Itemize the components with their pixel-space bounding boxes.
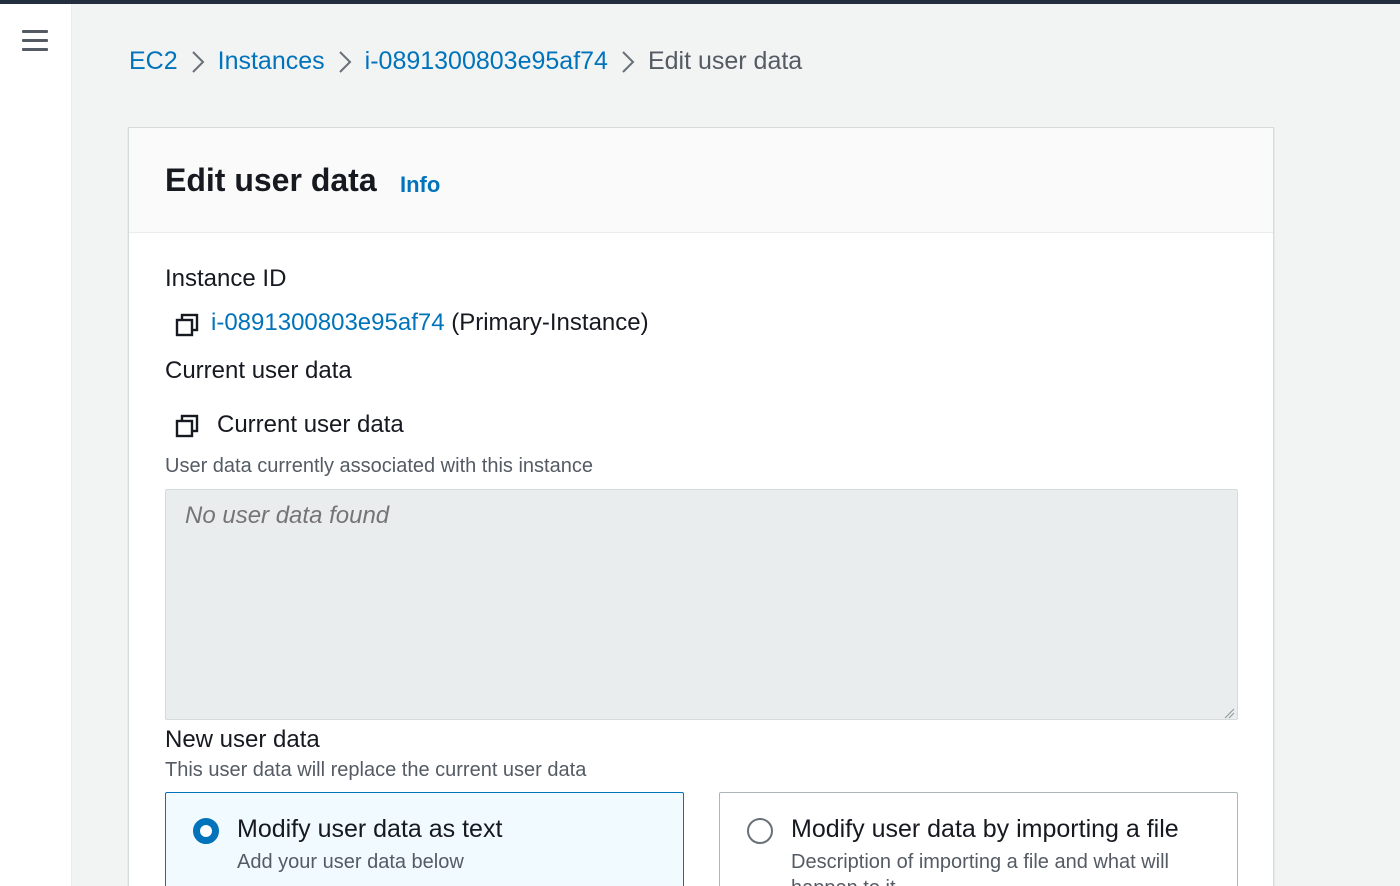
new-user-data-description: This user data will replace the current … xyxy=(165,759,587,781)
option-title: Modify user data by importing a file xyxy=(791,815,1179,843)
instance-id-link[interactable]: i-0891300803e95af74 xyxy=(211,309,445,336)
resize-handle-icon[interactable] xyxy=(1223,706,1235,719)
option-title: Modify user data as text xyxy=(237,815,503,843)
copy-current-user-data-button[interactable]: Current user data xyxy=(217,411,404,439)
breadcrumb-ec2[interactable]: EC2 xyxy=(129,47,178,76)
option-modify-as-text[interactable]: Modify user data as text Add your user d… xyxy=(165,792,684,886)
new-user-data-label: New user data xyxy=(165,726,320,753)
copy-icon[interactable] xyxy=(174,312,202,340)
breadcrumb-current: Edit user data xyxy=(647,46,803,75)
panel-header: Edit user data Info xyxy=(129,128,1273,233)
instance-id-value: i-0891300803e95af74 (Primary-Instance) xyxy=(211,309,649,337)
side-navigation xyxy=(0,4,72,886)
chevron-right-icon xyxy=(608,47,648,76)
info-link[interactable]: Info xyxy=(400,172,440,198)
copy-icon[interactable] xyxy=(174,413,202,441)
breadcrumb-instances[interactable]: Instances xyxy=(218,47,325,76)
hamburger-menu-icon[interactable] xyxy=(22,30,50,56)
radio-selected-icon[interactable] xyxy=(193,818,219,844)
chevron-right-icon xyxy=(325,47,365,76)
current-user-data-description: User data currently associated with this… xyxy=(165,455,593,477)
chevron-right-icon xyxy=(178,47,218,76)
instance-id-label: Instance ID xyxy=(165,265,287,292)
breadcrumb: EC2 Instances i-0891300803e95af74 Edit u… xyxy=(129,44,802,78)
option-description: Description of importing a file and what… xyxy=(791,851,1169,886)
edit-user-data-panel: Edit user data Info Instance ID i-089130… xyxy=(128,127,1274,886)
option-import-file[interactable]: Modify user data by importing a file Des… xyxy=(719,792,1238,886)
current-user-data-label: Current user data xyxy=(165,357,352,384)
top-bar xyxy=(0,0,1400,4)
instance-name: (Primary-Instance) xyxy=(451,309,649,336)
current-user-data-textarea[interactable] xyxy=(165,489,1238,720)
option-description: Add your user data below xyxy=(237,851,464,873)
breadcrumb-instance-id[interactable]: i-0891300803e95af74 xyxy=(365,47,608,76)
radio-unselected-icon[interactable] xyxy=(747,818,773,844)
page-title: Edit user data xyxy=(165,162,377,198)
